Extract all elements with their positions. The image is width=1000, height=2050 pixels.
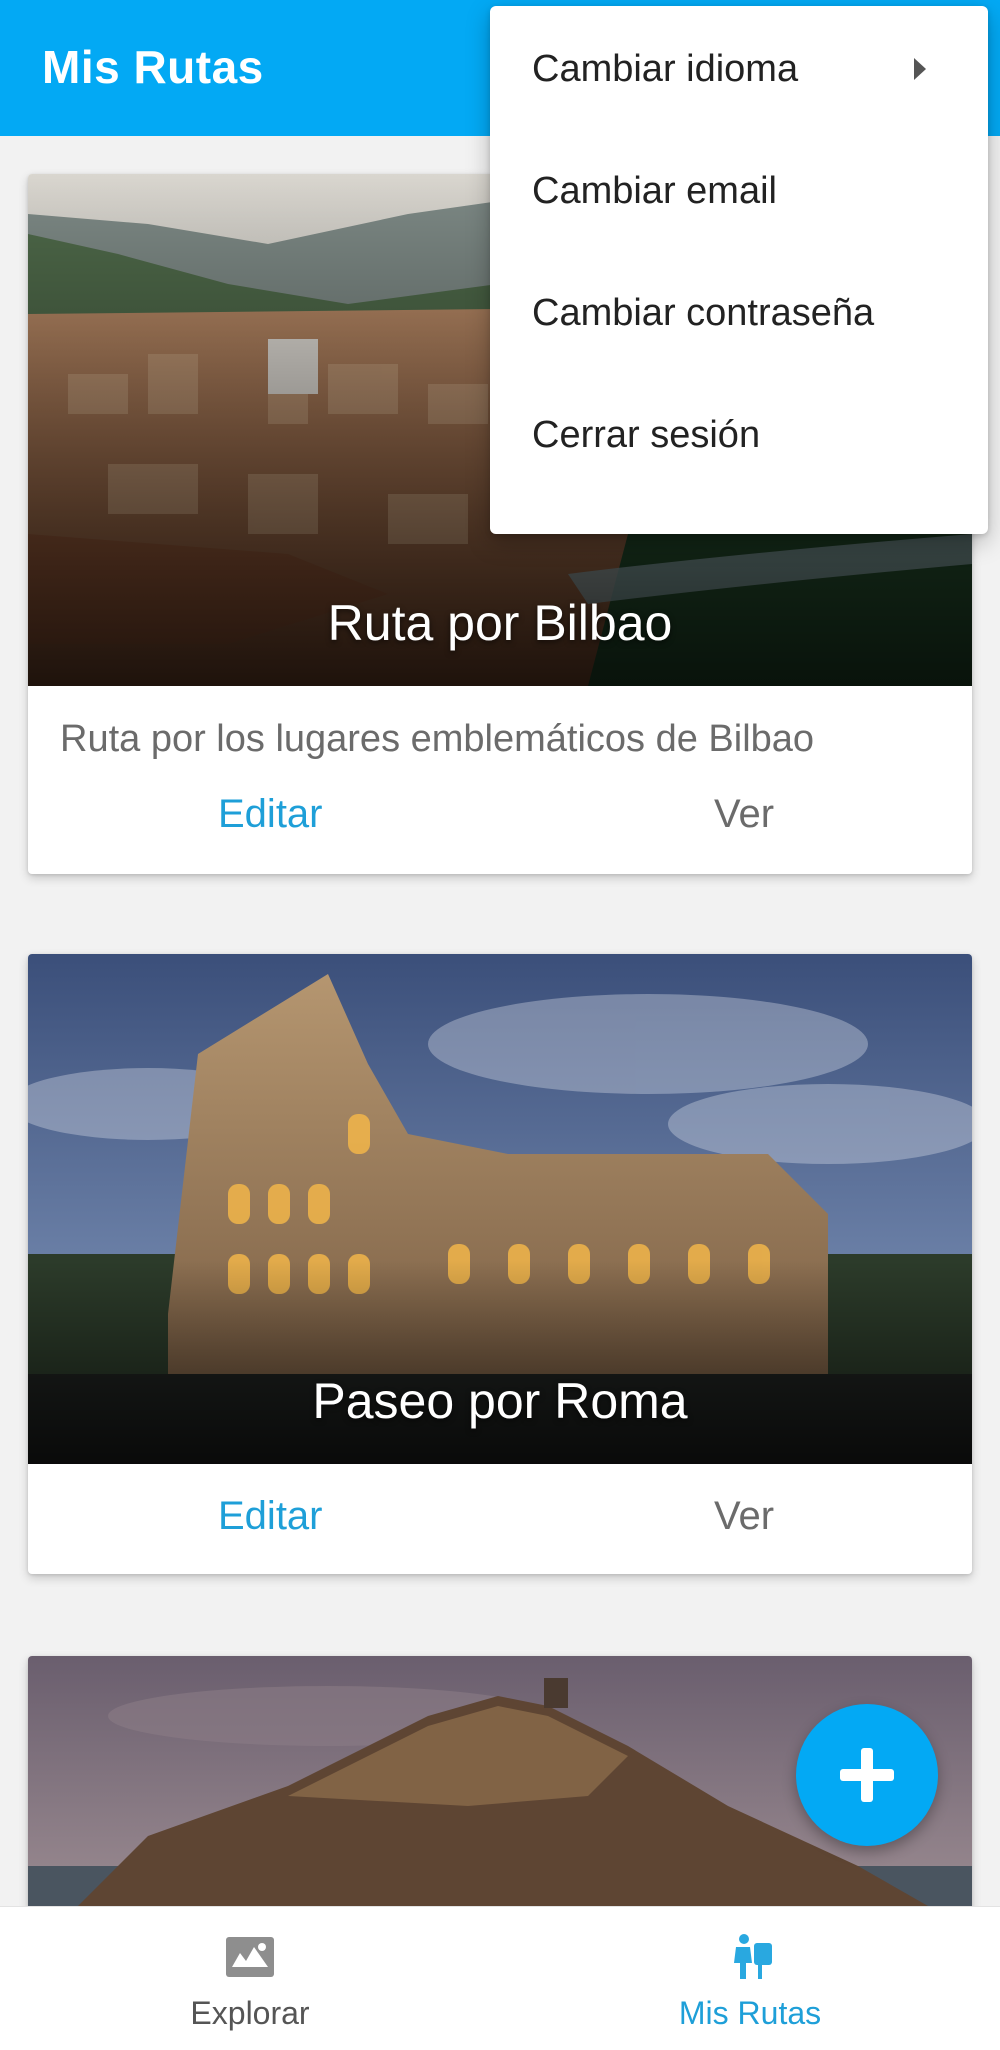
nav-item-mis-rutas[interactable]: Mis Rutas (500, 1907, 1000, 2050)
plus-icon (840, 1748, 894, 1802)
explore-map-icon (226, 1937, 274, 1977)
menu-item-change-email[interactable]: Cambiar email (490, 128, 988, 250)
menu-item-label: Cambiar contraseña (532, 292, 875, 334)
menu-item-label: Cambiar idioma (532, 48, 799, 90)
edit-route-button[interactable]: Editar (218, 792, 323, 837)
menu-item-logout[interactable]: Cerrar sesión (490, 372, 988, 494)
edit-route-button[interactable]: Editar (218, 1494, 323, 1539)
add-route-button[interactable] (796, 1704, 938, 1846)
route-title: Ruta por Bilbao (327, 595, 673, 651)
route-image-roma: Paseo por Roma (28, 954, 972, 1464)
submenu-arrow-icon (914, 58, 926, 80)
menu-item-label: Cambiar email (532, 170, 777, 212)
nav-label: Mis Rutas (678, 1995, 822, 2031)
nav-label: Explorar (190, 1995, 310, 2031)
bottom-navigation: Explorar Mis Rutas (0, 1906, 1000, 2050)
route-card: Paseo por Roma Editar Ver (28, 954, 972, 1574)
overflow-menu: Cambiar idioma Cambiar email Cambiar con… (490, 6, 988, 534)
menu-item-change-language[interactable]: Cambiar idioma (490, 6, 988, 128)
view-route-button[interactable]: Ver (714, 792, 774, 837)
hiker-icon (734, 1934, 772, 1979)
page-title: Mis Rutas (42, 41, 264, 93)
nav-item-explorar[interactable]: Explorar (0, 1907, 500, 2050)
route-title: Paseo por Roma (312, 1373, 688, 1429)
menu-item-label: Cerrar sesión (532, 414, 761, 456)
menu-item-change-password[interactable]: Cambiar contraseña (490, 250, 988, 372)
view-route-button[interactable]: Ver (714, 1494, 774, 1539)
route-description: Ruta por los lugares emblemáticos de Bil… (60, 718, 815, 760)
